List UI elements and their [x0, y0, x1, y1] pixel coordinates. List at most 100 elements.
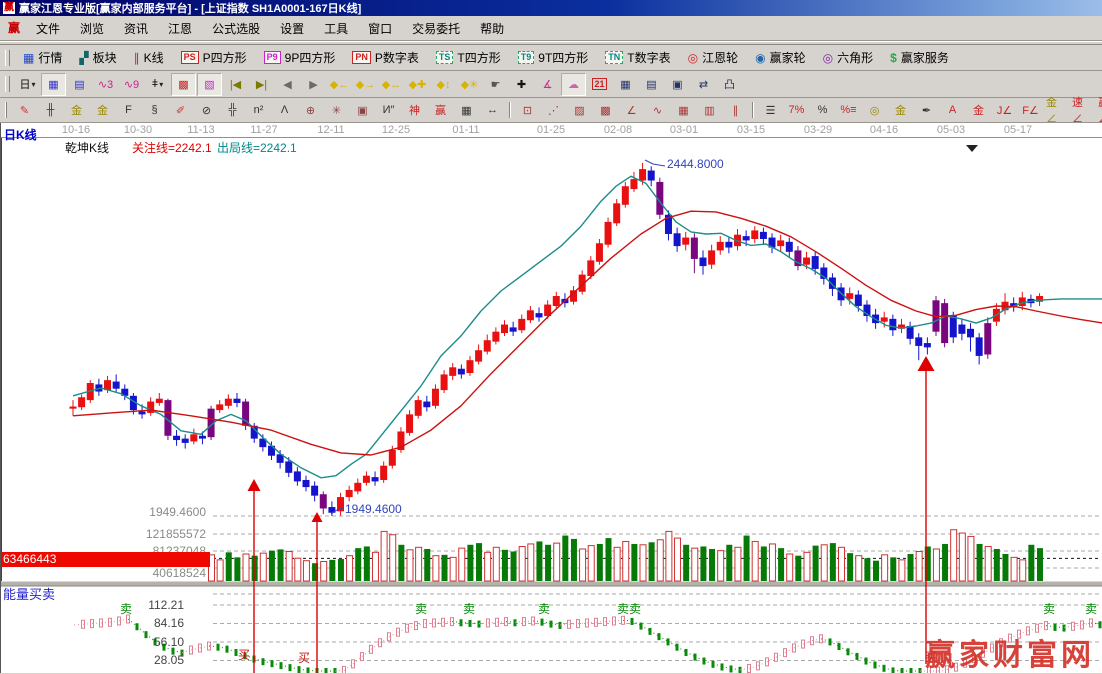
draw-grid-icon[interactable]: ▦ — [671, 100, 696, 121]
draw-pct-lines-icon[interactable]: %≡ — [836, 100, 861, 121]
period-label[interactable]: 日K线 — [4, 126, 37, 143]
toolbar-button-t-square[interactable]: TST四方形 — [428, 47, 509, 68]
title-bar[interactable]: 赢 赢家江恩专业版[赢家内部服务平台] - [上证指数 SH1A0001-167… — [0, 0, 1102, 16]
draw-pct-icon[interactable]: % — [810, 100, 835, 121]
draw-compass-icon[interactable]: ⊘ — [194, 100, 219, 121]
draw-ying-angle-icon[interactable]: 赢∠ — [1096, 100, 1102, 121]
draw-a-wave-icon[interactable]: A — [940, 100, 965, 121]
expand-horizontal-diamond-icon[interactable]: ◆↔ — [379, 73, 404, 96]
candle-style-dropdown-icon[interactable]: ǂ▾ — [145, 73, 170, 96]
chip-distribution-icon[interactable]: ▩ — [171, 73, 196, 96]
toolbar-grip[interactable] — [5, 50, 10, 66]
draw-hash-icon[interactable]: ╫ — [38, 100, 63, 121]
wave-3-icon[interactable]: ∿3 — [93, 73, 118, 96]
smart-analysis-icon[interactable]: ☁ — [561, 73, 586, 96]
draw-measure-icon[interactable]: ☰ — [758, 100, 783, 121]
draw-gold-circle-icon[interactable]: ◎ — [862, 100, 887, 121]
draw-7pct-icon[interactable]: 7% — [784, 100, 809, 121]
draw-gold-level-icon[interactable]: 金 — [888, 100, 913, 121]
draw-n-mark-icon[interactable]: И″ — [376, 100, 401, 121]
compress-horizontal-diamond-icon[interactable]: ◆✚ — [405, 73, 430, 96]
draw-spiral-icon[interactable]: § — [142, 100, 167, 121]
draw-box-fan-icon[interactable]: ▨ — [567, 100, 592, 121]
export-icon[interactable]: ⇄ — [691, 73, 716, 96]
draw-gold-lines-1-icon[interactable]: 金 — [64, 100, 89, 121]
crosshair-icon[interactable]: ✚ — [509, 73, 534, 96]
draw-star-circle-icon[interactable]: ✳ — [324, 100, 349, 121]
draw-speed-angle-icon[interactable]: 速∠ — [1070, 100, 1095, 121]
nav-last-icon[interactable]: ▶| — [249, 73, 274, 96]
draw-fan-icon[interactable]: ⋰ — [541, 100, 566, 121]
menu-item-settings[interactable]: 设置 — [270, 20, 314, 38]
toolbar-grip[interactable] — [5, 102, 7, 118]
nav-prev-icon[interactable]: ◀ — [275, 73, 300, 96]
menu-item-trade[interactable]: 交易委托 — [402, 20, 470, 38]
menu-item-formula[interactable]: 公式选股 — [202, 20, 270, 38]
draw-angle-icon[interactable]: ∠ — [619, 100, 644, 121]
draw-f-angle-icon[interactable]: F∠ — [1018, 100, 1043, 121]
toolbar-button-hexagon[interactable]: ◎六角形 — [815, 47, 882, 68]
period-day-dropdown-icon[interactable]: 日▾ — [15, 73, 40, 96]
color-volume-icon[interactable]: ▧ — [197, 73, 222, 96]
draw-mirror-icon[interactable]: Λ — [272, 100, 297, 121]
zoom-left-diamond-icon[interactable]: ◆← — [327, 73, 352, 96]
draw-circle-cross-icon[interactable]: ⊕ — [298, 100, 323, 121]
print-icon[interactable]: 凸 — [717, 73, 742, 96]
draw-hash-2-icon[interactable]: ╬ — [220, 100, 245, 121]
draw-ink-pen-icon[interactable]: ✒ — [914, 100, 939, 121]
draw-j-angle-icon[interactable]: J∠ — [992, 100, 1017, 121]
draw-gold-angle-icon[interactable]: 金∠ — [1044, 100, 1069, 121]
toolbar-button-kline[interactable]: ∥K线 — [126, 47, 172, 68]
toolbar-button-quote[interactable]: ▦行情 — [15, 47, 70, 68]
draw-box-grid-icon[interactable]: ▩ — [593, 100, 618, 121]
expand-vertical-diamond-icon[interactable]: ◆↕ — [431, 73, 456, 96]
menu-item-info[interactable]: 资讯 — [114, 20, 158, 38]
nav-next-icon[interactable]: ▶ — [301, 73, 326, 96]
toolbar-grip[interactable] — [5, 76, 10, 92]
chart-region[interactable]: 10-1610-3011-1311-2712-1112-2501-1101-25… — [0, 123, 1102, 673]
toolbar-button-p-table[interactable]: PNP数字表 — [344, 47, 427, 68]
angle-measure-icon[interactable]: ∡ — [535, 73, 560, 96]
draw-shen-lines-icon[interactable]: 神 — [402, 100, 427, 121]
draw-pen-icon[interactable]: ✎ — [12, 100, 37, 121]
toolbar-button-9t-square[interactable]: T99T四方形 — [510, 47, 597, 68]
draw-box-lines-icon[interactable]: ⊡ — [515, 100, 540, 121]
toolbar-button-p-square[interactable]: PSP四方形 — [173, 47, 255, 68]
draw-ruler-icon[interactable]: ▦ — [454, 100, 479, 121]
draw-f-lines-icon[interactable]: F — [116, 100, 141, 121]
calendar-21-icon[interactable]: 21 — [587, 73, 612, 96]
draw-gold-red-icon[interactable]: 金 — [966, 100, 991, 121]
notepad-icon[interactable]: ▤ — [639, 73, 664, 96]
draw-pen-2-icon[interactable]: ✐ — [168, 100, 193, 121]
draw-ying-lines-icon[interactable]: 赢 — [428, 100, 453, 121]
menu-item-file[interactable]: 文件 — [26, 20, 70, 38]
draw-n2-icon[interactable]: n² — [246, 100, 271, 121]
toolbar-button-winner-service[interactable]: $赢家服务 — [882, 47, 957, 68]
draw-width-icon[interactable]: ↔ — [480, 100, 505, 121]
menu-item-tools[interactable]: 工具 — [314, 20, 358, 38]
menu-item-help[interactable]: 帮助 — [470, 20, 514, 38]
menu-item-window[interactable]: 窗口 — [358, 20, 402, 38]
toolbar-button-gann-wheel[interactable]: ◎江恩轮 — [680, 47, 747, 68]
expand-all-diamond-icon[interactable]: ◆✳ — [457, 73, 482, 96]
toolbar-button-winner-wheel[interactable]: ◉赢家轮 — [747, 47, 814, 68]
nav-first-icon[interactable]: |◀ — [223, 73, 248, 96]
draw-zigzag-icon[interactable]: ∿ — [645, 100, 670, 121]
save-icon[interactable]: ▣ — [665, 73, 690, 96]
draw-parallel-icon[interactable]: ∥ — [723, 100, 748, 121]
toolbar-button-t-table[interactable]: TNT数字表 — [597, 47, 678, 68]
drag-hand-icon[interactable]: ☛ — [483, 73, 508, 96]
calculator-icon[interactable]: ▦ — [613, 73, 638, 96]
draw-square-target-icon[interactable]: ▣ — [350, 100, 375, 121]
draw-gold-lines-2-icon[interactable]: 金 — [90, 100, 115, 121]
menu-item-browse[interactable]: 浏览 — [70, 20, 114, 38]
menu-item-gann[interactable]: 江恩 — [158, 20, 202, 38]
draw-grid-2-icon[interactable]: ▥ — [697, 100, 722, 121]
wave-9-icon[interactable]: ∿9 — [119, 73, 144, 96]
info-panel-icon[interactable]: ▤ — [67, 73, 92, 96]
toolbar-button-9p-square[interactable]: P99P四方形 — [256, 47, 344, 68]
qiankun-kline-toggle-icon[interactable]: ▦ — [41, 73, 66, 96]
toolbar-button-sector[interactable]: ▞板块 — [71, 47, 124, 68]
chart-canvas[interactable]: 卖卖卖卖卖卖卖卖买买买 — [1, 123, 1102, 673]
zoom-right-diamond-icon[interactable]: ◆→ — [353, 73, 378, 96]
